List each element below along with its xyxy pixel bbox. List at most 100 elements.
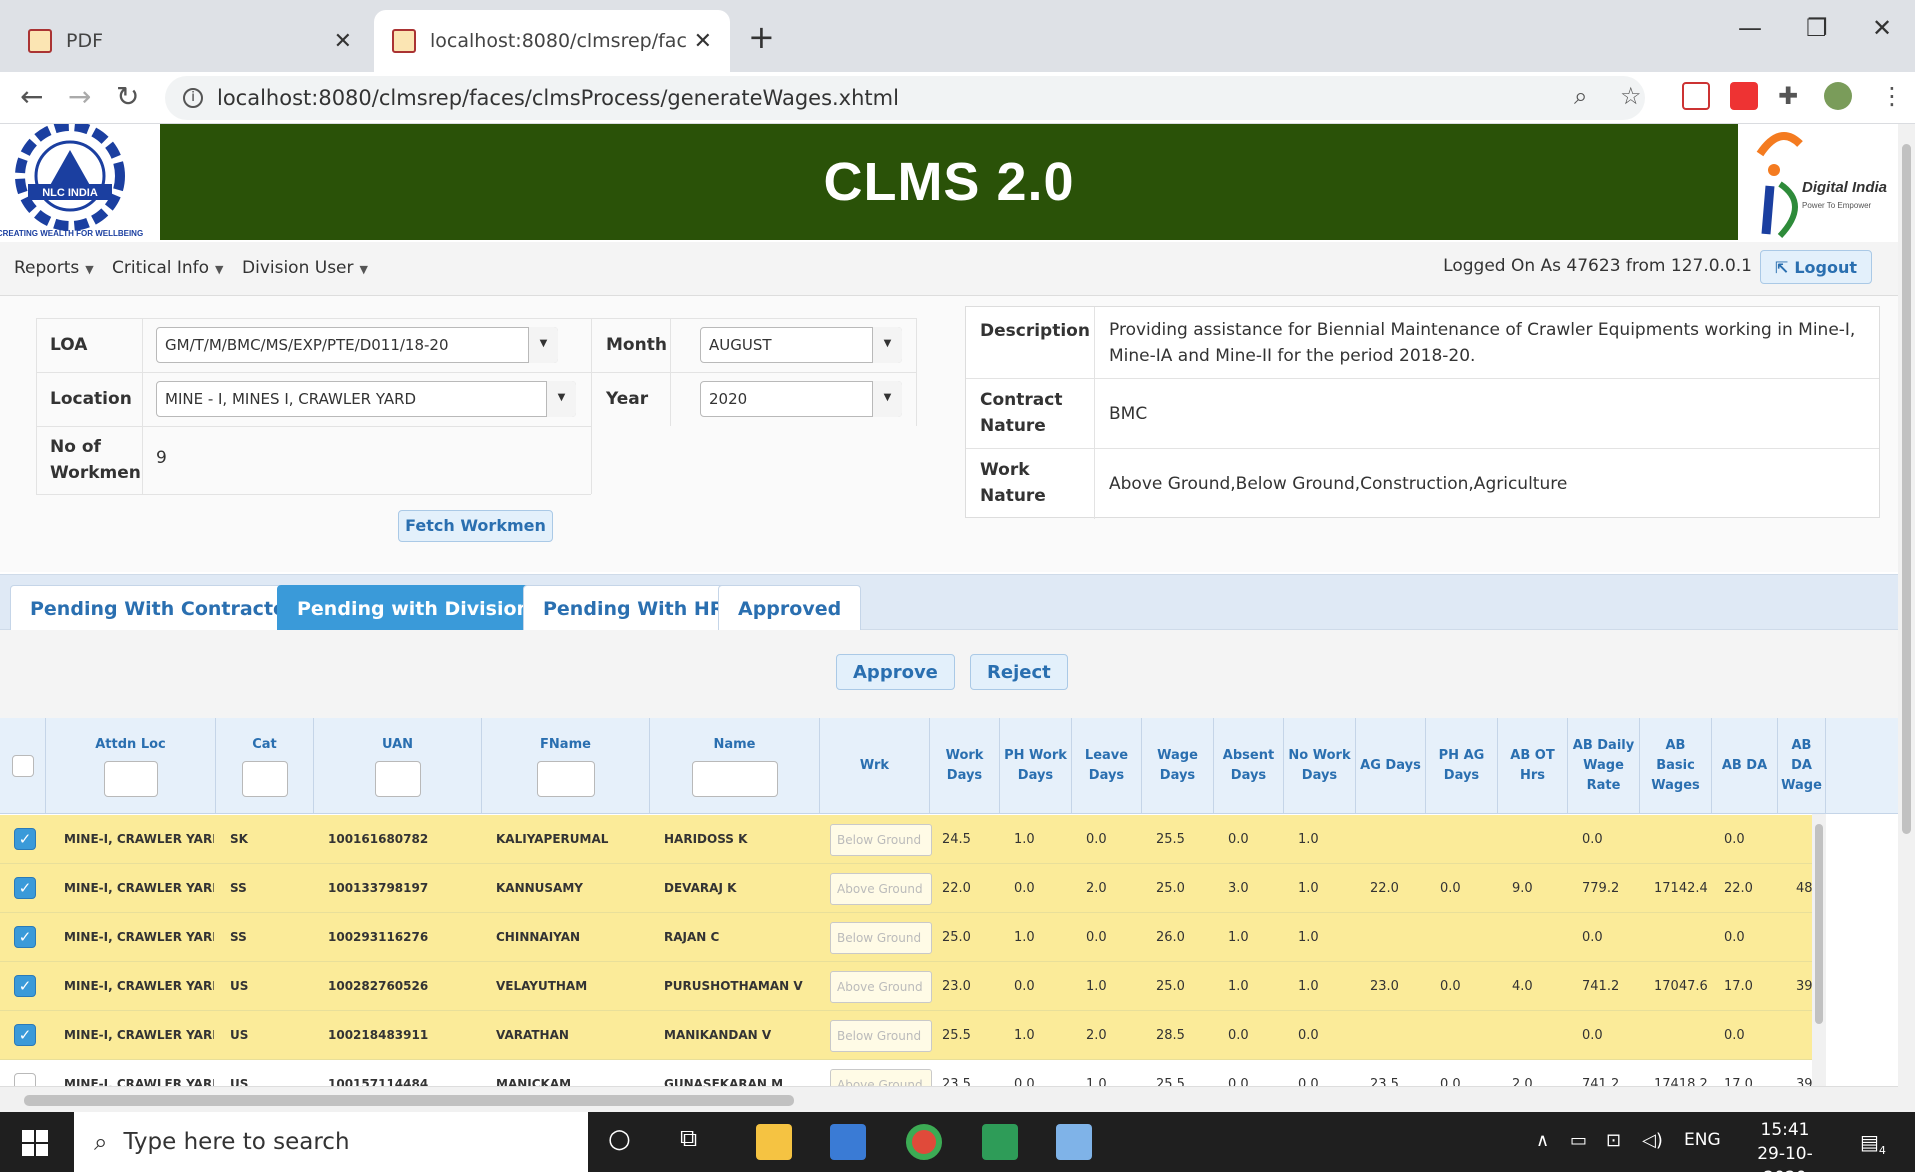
- table-row[interactable]: ✓ MINE-I, CRAWLER YARD US 100282760526 VELAY…: [0, 962, 1812, 1011]
- tp-extension-icon[interactable]: [1730, 82, 1758, 110]
- workmen-count: 9: [156, 448, 167, 468]
- cell-ot-hrs: 2.0: [1512, 1077, 1533, 1086]
- favicon-icon: [28, 29, 52, 53]
- bookmark-star-icon[interactable]: ☆: [1620, 82, 1642, 110]
- cell-daily-rate: 0.0: [1582, 832, 1603, 847]
- month-select[interactable]: AUGUST ▼: [700, 327, 902, 363]
- task-view-icon[interactable]: ⧉: [680, 1124, 697, 1152]
- menu-kebab-icon[interactable]: ⋮: [1880, 82, 1904, 110]
- extensions-puzzle-icon[interactable]: ✚: [1778, 82, 1798, 110]
- clock[interactable]: 15:41 29-10-2020: [1740, 1118, 1830, 1172]
- chevron-down-icon[interactable]: ▼: [872, 381, 902, 417]
- cell-no-work: 1.0: [1298, 832, 1319, 847]
- horizontal-scrollbar[interactable]: [0, 1086, 1898, 1112]
- row-checkbox[interactable]: ✓: [14, 926, 36, 948]
- close-icon[interactable]: ✕: [334, 29, 352, 54]
- approve-button[interactable]: Approve: [836, 654, 955, 690]
- work-type-field[interactable]: Above Ground: [830, 873, 932, 905]
- menu-division-user[interactable]: Division User ▼: [242, 258, 368, 278]
- restore-icon[interactable]: ❐: [1806, 14, 1828, 42]
- notification-icon[interactable]: ▤4: [1860, 1130, 1886, 1157]
- chevron-down-icon[interactable]: ▼: [546, 381, 576, 417]
- chevron-up-icon[interactable]: ∧: [1536, 1130, 1549, 1151]
- zoom-icon[interactable]: ⌕: [1574, 82, 1587, 110]
- table-vertical-scrollbar[interactable]: [1812, 814, 1826, 1086]
- url-field[interactable]: i localhost:8080/clmsrep/faces/clmsProce…: [165, 76, 1645, 120]
- remote-desktop-icon[interactable]: [830, 1124, 866, 1160]
- cell-basic: 17418.2: [1654, 1077, 1708, 1086]
- windows-start-icon[interactable]: [22, 1130, 48, 1156]
- row-checkbox[interactable]: ✓: [14, 828, 36, 850]
- table-row[interactable]: MINE-I, CRAWLER YARD US 100157114484 MANICK…: [0, 1060, 1812, 1086]
- forward-arrow-icon[interactable]: →: [68, 80, 91, 113]
- fetch-workmen-button[interactable]: Fetch Workmen: [398, 510, 553, 542]
- taskbar-search-input[interactable]: ⌕ Type here to search: [74, 1112, 588, 1172]
- file-explorer-icon[interactable]: [756, 1124, 792, 1160]
- row-checkbox[interactable]: ✓: [14, 975, 36, 997]
- chevron-down-icon[interactable]: ▼: [528, 327, 558, 363]
- row-checkbox[interactable]: ✓: [14, 877, 36, 899]
- reject-button[interactable]: Reject: [970, 654, 1068, 690]
- cat-filter-input[interactable]: [241, 761, 288, 797]
- work-type-field[interactable]: Below Ground: [830, 824, 932, 856]
- profile-avatar[interactable]: [1824, 82, 1852, 110]
- window-close-icon[interactable]: ✕: [1872, 14, 1892, 42]
- virtualbox-icon[interactable]: [1056, 1124, 1092, 1160]
- work-type-field[interactable]: Above Ground: [830, 1069, 932, 1086]
- year-select[interactable]: 2020 ▼: [700, 381, 902, 417]
- uan-filter-input[interactable]: [374, 761, 421, 797]
- row-checkbox[interactable]: [14, 1073, 36, 1086]
- reload-icon[interactable]: ↻: [116, 80, 139, 113]
- location-select[interactable]: MINE - I, MINES I, CRAWLER YARD ▼: [156, 381, 576, 417]
- cell-uan: 100161680782: [328, 832, 429, 846]
- tab-pending-with-division[interactable]: Pending with Division: [277, 585, 551, 631]
- logout-button[interactable]: ⇱ Logout: [1759, 250, 1872, 284]
- minimize-icon[interactable]: —: [1738, 14, 1762, 42]
- attdn-loc-filter-input[interactable]: [103, 761, 158, 797]
- language-indicator[interactable]: ENG: [1684, 1130, 1721, 1150]
- menu-critical-info[interactable]: Critical Info ▼: [112, 258, 224, 278]
- volume-icon[interactable]: ◁): [1642, 1130, 1663, 1151]
- column-header: PH AG Days: [1426, 718, 1498, 814]
- fname-filter-input[interactable]: [536, 761, 595, 797]
- info-icon[interactable]: i: [183, 88, 203, 108]
- menu-reports[interactable]: Reports ▼: [14, 258, 94, 278]
- chrome-browser-icon[interactable]: [906, 1124, 942, 1160]
- table-row[interactable]: ✓ MINE-I, CRAWLER YARD SS 100133798197 KANNU…: [0, 864, 1812, 913]
- cell-work-days: 25.0: [942, 930, 971, 945]
- tab-pending-with-hr[interactable]: Pending With HR: [523, 585, 745, 631]
- work-type-field[interactable]: Below Ground: [830, 922, 932, 954]
- cell-name: MANIKANDAN V: [664, 1028, 772, 1042]
- cell-daily-rate: 0.0: [1582, 930, 1603, 945]
- cell-daily-rate: 741.2: [1582, 979, 1620, 994]
- pocket-extension-icon[interactable]: [1682, 82, 1710, 110]
- row-checkbox[interactable]: ✓: [14, 1024, 36, 1046]
- close-icon[interactable]: ✕: [694, 29, 712, 54]
- cell-da-wage: 48: [1796, 881, 1812, 896]
- work-type-field[interactable]: Above Ground: [830, 971, 932, 1003]
- app-launcher-icon[interactable]: [982, 1124, 1018, 1160]
- back-arrow-icon[interactable]: ←: [20, 80, 43, 113]
- search-icon: ⌕: [94, 1128, 108, 1156]
- cell-basic: 17047.6: [1654, 979, 1708, 994]
- month-label: Month: [606, 335, 667, 355]
- battery-icon[interactable]: ▭: [1570, 1130, 1587, 1151]
- tab-approved[interactable]: Approved: [718, 585, 862, 631]
- new-tab-icon[interactable]: +: [748, 18, 775, 56]
- table-row[interactable]: ✓ MINE-I, CRAWLER YARD US 100218483911 VARAT…: [0, 1011, 1812, 1060]
- column-header: Attdn Loc: [46, 718, 216, 814]
- tab-pending-with-contractor[interactable]: Pending With Contractor: [10, 585, 316, 631]
- browser-tab-pdf[interactable]: PDF ✕: [10, 10, 370, 72]
- select-all-checkbox[interactable]: [11, 755, 34, 777]
- table-row[interactable]: ✓ MINE-I, CRAWLER YARD SK 100161680782 KALIY…: [0, 815, 1812, 864]
- cortana-circle-icon[interactable]: ○: [608, 1124, 631, 1154]
- work-type-field[interactable]: Below Ground: [830, 1020, 932, 1052]
- network-icon[interactable]: ⊡: [1606, 1130, 1621, 1151]
- name-filter-input[interactable]: [691, 761, 778, 797]
- loa-select[interactable]: GM/T/M/BMC/MS/EXP/PTE/D011/18-20 ▼: [156, 327, 558, 363]
- chevron-down-icon[interactable]: ▼: [872, 327, 902, 363]
- cell-loc: MINE-I, CRAWLER YARD: [64, 930, 214, 944]
- table-row[interactable]: ✓ MINE-I, CRAWLER YARD SS 100293116276 CHINN…: [0, 913, 1812, 962]
- browser-tab-clms[interactable]: localhost:8080/clmsrep/faces/clm ✕: [374, 10, 730, 72]
- page-vertical-scrollbar[interactable]: [1898, 124, 1915, 1112]
